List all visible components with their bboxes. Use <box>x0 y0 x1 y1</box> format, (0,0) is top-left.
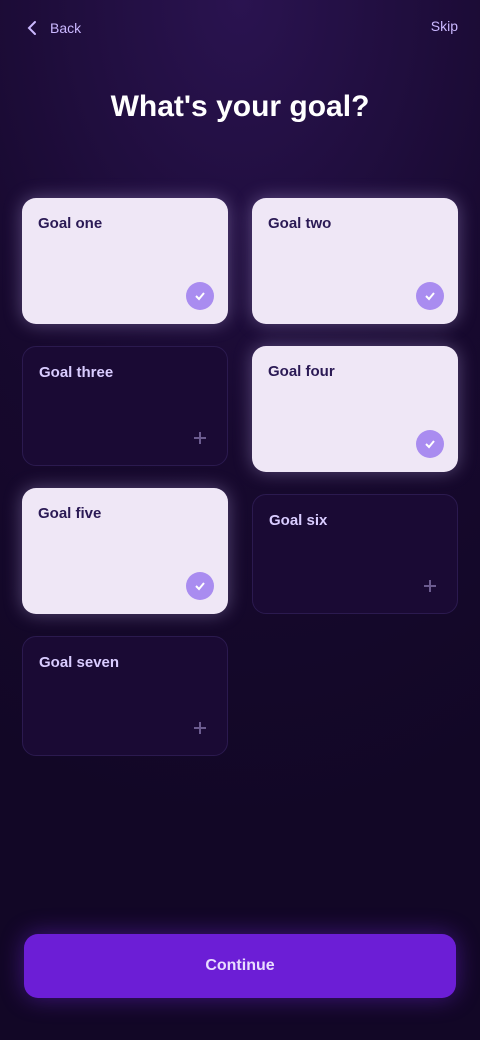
back-label: Back <box>50 20 82 36</box>
option-card[interactable]: Goal one <box>22 198 228 324</box>
skip-button[interactable]: Skip <box>431 18 458 34</box>
option-card[interactable]: Goal three <box>22 346 228 466</box>
plus-icon <box>194 722 206 734</box>
option-label: Goal three <box>39 364 114 381</box>
page-title: What's your goal? <box>110 90 370 123</box>
option-card[interactable]: Goal six <box>252 494 458 614</box>
options-column-left: Goal one Goal three Goal five Goal seven <box>22 198 228 756</box>
plus-icon <box>424 580 436 592</box>
continue-button[interactable]: Continue <box>24 934 456 998</box>
option-label: Goal seven <box>39 654 120 671</box>
check-icon <box>416 282 444 310</box>
check-icon <box>186 572 214 600</box>
option-card[interactable]: Goal five <box>22 488 228 614</box>
options-grid: Goal one Goal three Goal five Goal seven <box>22 198 458 756</box>
option-label: Goal two <box>268 215 332 232</box>
option-label: Goal five <box>38 505 102 522</box>
option-card[interactable]: Goal seven <box>22 636 228 756</box>
check-icon <box>186 282 214 310</box>
chevron-left-icon <box>27 21 36 35</box>
option-label: Goal one <box>38 215 103 232</box>
plus-icon <box>194 432 206 444</box>
option-card[interactable]: Goal four <box>252 346 458 472</box>
top-bar: Back Skip <box>0 0 480 56</box>
option-label: Goal six <box>269 512 328 529</box>
option-card[interactable]: Goal two <box>252 198 458 324</box>
back-button[interactable]: Back <box>22 14 86 42</box>
option-label: Goal four <box>268 363 335 380</box>
check-icon <box>416 430 444 458</box>
options-column-right: Goal two Goal four Goal six <box>252 198 458 756</box>
